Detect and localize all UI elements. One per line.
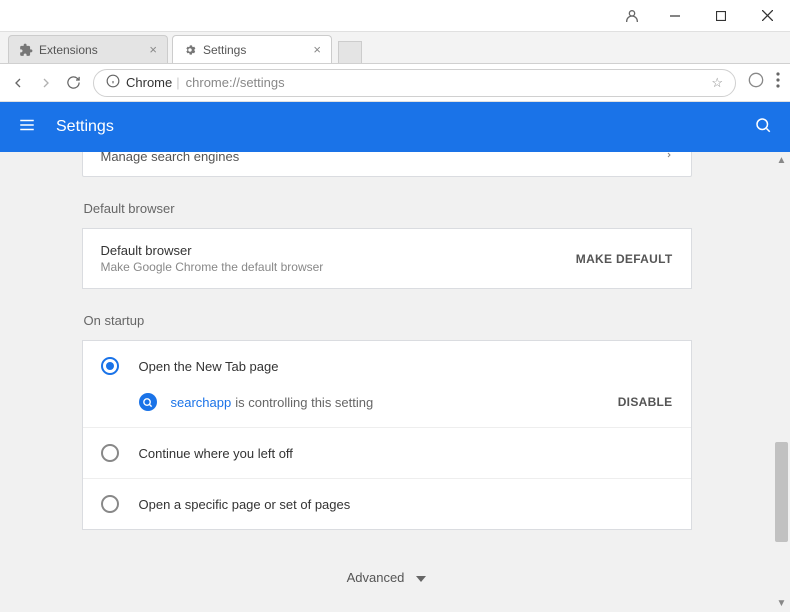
default-browser-title: Default browser — [101, 243, 324, 258]
info-icon — [106, 74, 120, 91]
row-label: Manage search engines — [101, 152, 240, 164]
window-minimize-button[interactable] — [652, 0, 698, 32]
tab-extensions[interactable]: Extensions × — [8, 35, 168, 63]
omnibox-scheme: Chrome — [126, 75, 172, 90]
tab-settings[interactable]: Settings × — [172, 35, 332, 63]
radio-unselected-icon — [101, 444, 119, 462]
chevron-down-icon — [416, 570, 426, 585]
search-icon[interactable] — [754, 116, 772, 139]
default-browser-subtitle: Make Google Chrome the default browser — [101, 260, 324, 274]
option-label: Open the New Tab page — [139, 359, 279, 374]
radio-unselected-icon — [101, 495, 119, 513]
settings-content: Manage search engines Default browser De… — [0, 152, 773, 612]
startup-option-continue[interactable]: Continue where you left off — [83, 428, 691, 479]
scroll-up-icon[interactable]: ▲ — [773, 152, 790, 169]
tab-label: Extensions — [39, 43, 98, 57]
advanced-toggle[interactable]: Advanced — [82, 570, 692, 585]
new-tab-button[interactable] — [338, 41, 362, 63]
controlling-message: is controlling this setting — [235, 395, 373, 410]
option-label: Open a specific page or set of pages — [139, 497, 351, 512]
tab-label: Settings — [203, 43, 246, 57]
gear-icon — [183, 43, 197, 57]
settings-header: Settings — [0, 102, 790, 152]
user-circle-icon[interactable] — [748, 72, 764, 93]
address-bar[interactable]: Chrome | chrome://settings ☆ — [93, 69, 736, 97]
close-icon[interactable]: × — [313, 42, 321, 57]
omnibox-path: chrome://settings — [186, 75, 285, 90]
startup-option-specific-pages[interactable]: Open a specific page or set of pages — [83, 479, 691, 529]
forward-button[interactable] — [38, 75, 54, 91]
scrollbar-thumb[interactable] — [775, 442, 788, 542]
startup-card: Open the New Tab page searchapp is contr… — [82, 340, 692, 530]
browser-toolbar: Chrome | chrome://settings ☆ — [0, 64, 790, 102]
disable-button[interactable]: DISABLE — [618, 395, 673, 409]
page-title: Settings — [56, 118, 754, 136]
option-label: Continue where you left off — [139, 446, 293, 461]
advanced-label: Advanced — [347, 570, 405, 585]
tab-strip: Extensions × Settings × — [0, 32, 790, 64]
window-titlebar — [0, 0, 790, 32]
make-default-button[interactable]: MAKE DEFAULT — [576, 252, 673, 266]
scroll-down-icon[interactable]: ▼ — [773, 595, 790, 612]
manage-search-engines-row[interactable]: Manage search engines — [82, 152, 692, 177]
user-profile-icon[interactable] — [612, 8, 652, 24]
puzzle-icon — [19, 43, 33, 57]
search-badge-icon — [139, 393, 157, 411]
section-heading-default-browser: Default browser — [84, 201, 692, 216]
hamburger-icon[interactable] — [18, 116, 36, 139]
controlling-extension-name[interactable]: searchapp — [171, 395, 232, 410]
radio-selected-icon — [101, 357, 119, 375]
window-close-button[interactable] — [744, 0, 790, 32]
reload-button[interactable] — [66, 75, 81, 90]
extension-control-notice: searchapp is controlling this setting DI… — [83, 383, 691, 428]
chevron-right-icon — [665, 152, 673, 164]
bookmark-star-icon[interactable]: ☆ — [711, 75, 723, 91]
back-button[interactable] — [10, 75, 26, 91]
close-icon[interactable]: × — [149, 42, 157, 57]
menu-icon[interactable] — [776, 72, 780, 93]
default-browser-card: Default browser Make Google Chrome the d… — [82, 228, 692, 289]
vertical-scrollbar[interactable]: ▲ ▼ — [773, 152, 790, 612]
section-heading-on-startup: On startup — [84, 313, 692, 328]
window-maximize-button[interactable] — [698, 0, 744, 32]
startup-option-new-tab[interactable]: Open the New Tab page — [83, 341, 691, 383]
